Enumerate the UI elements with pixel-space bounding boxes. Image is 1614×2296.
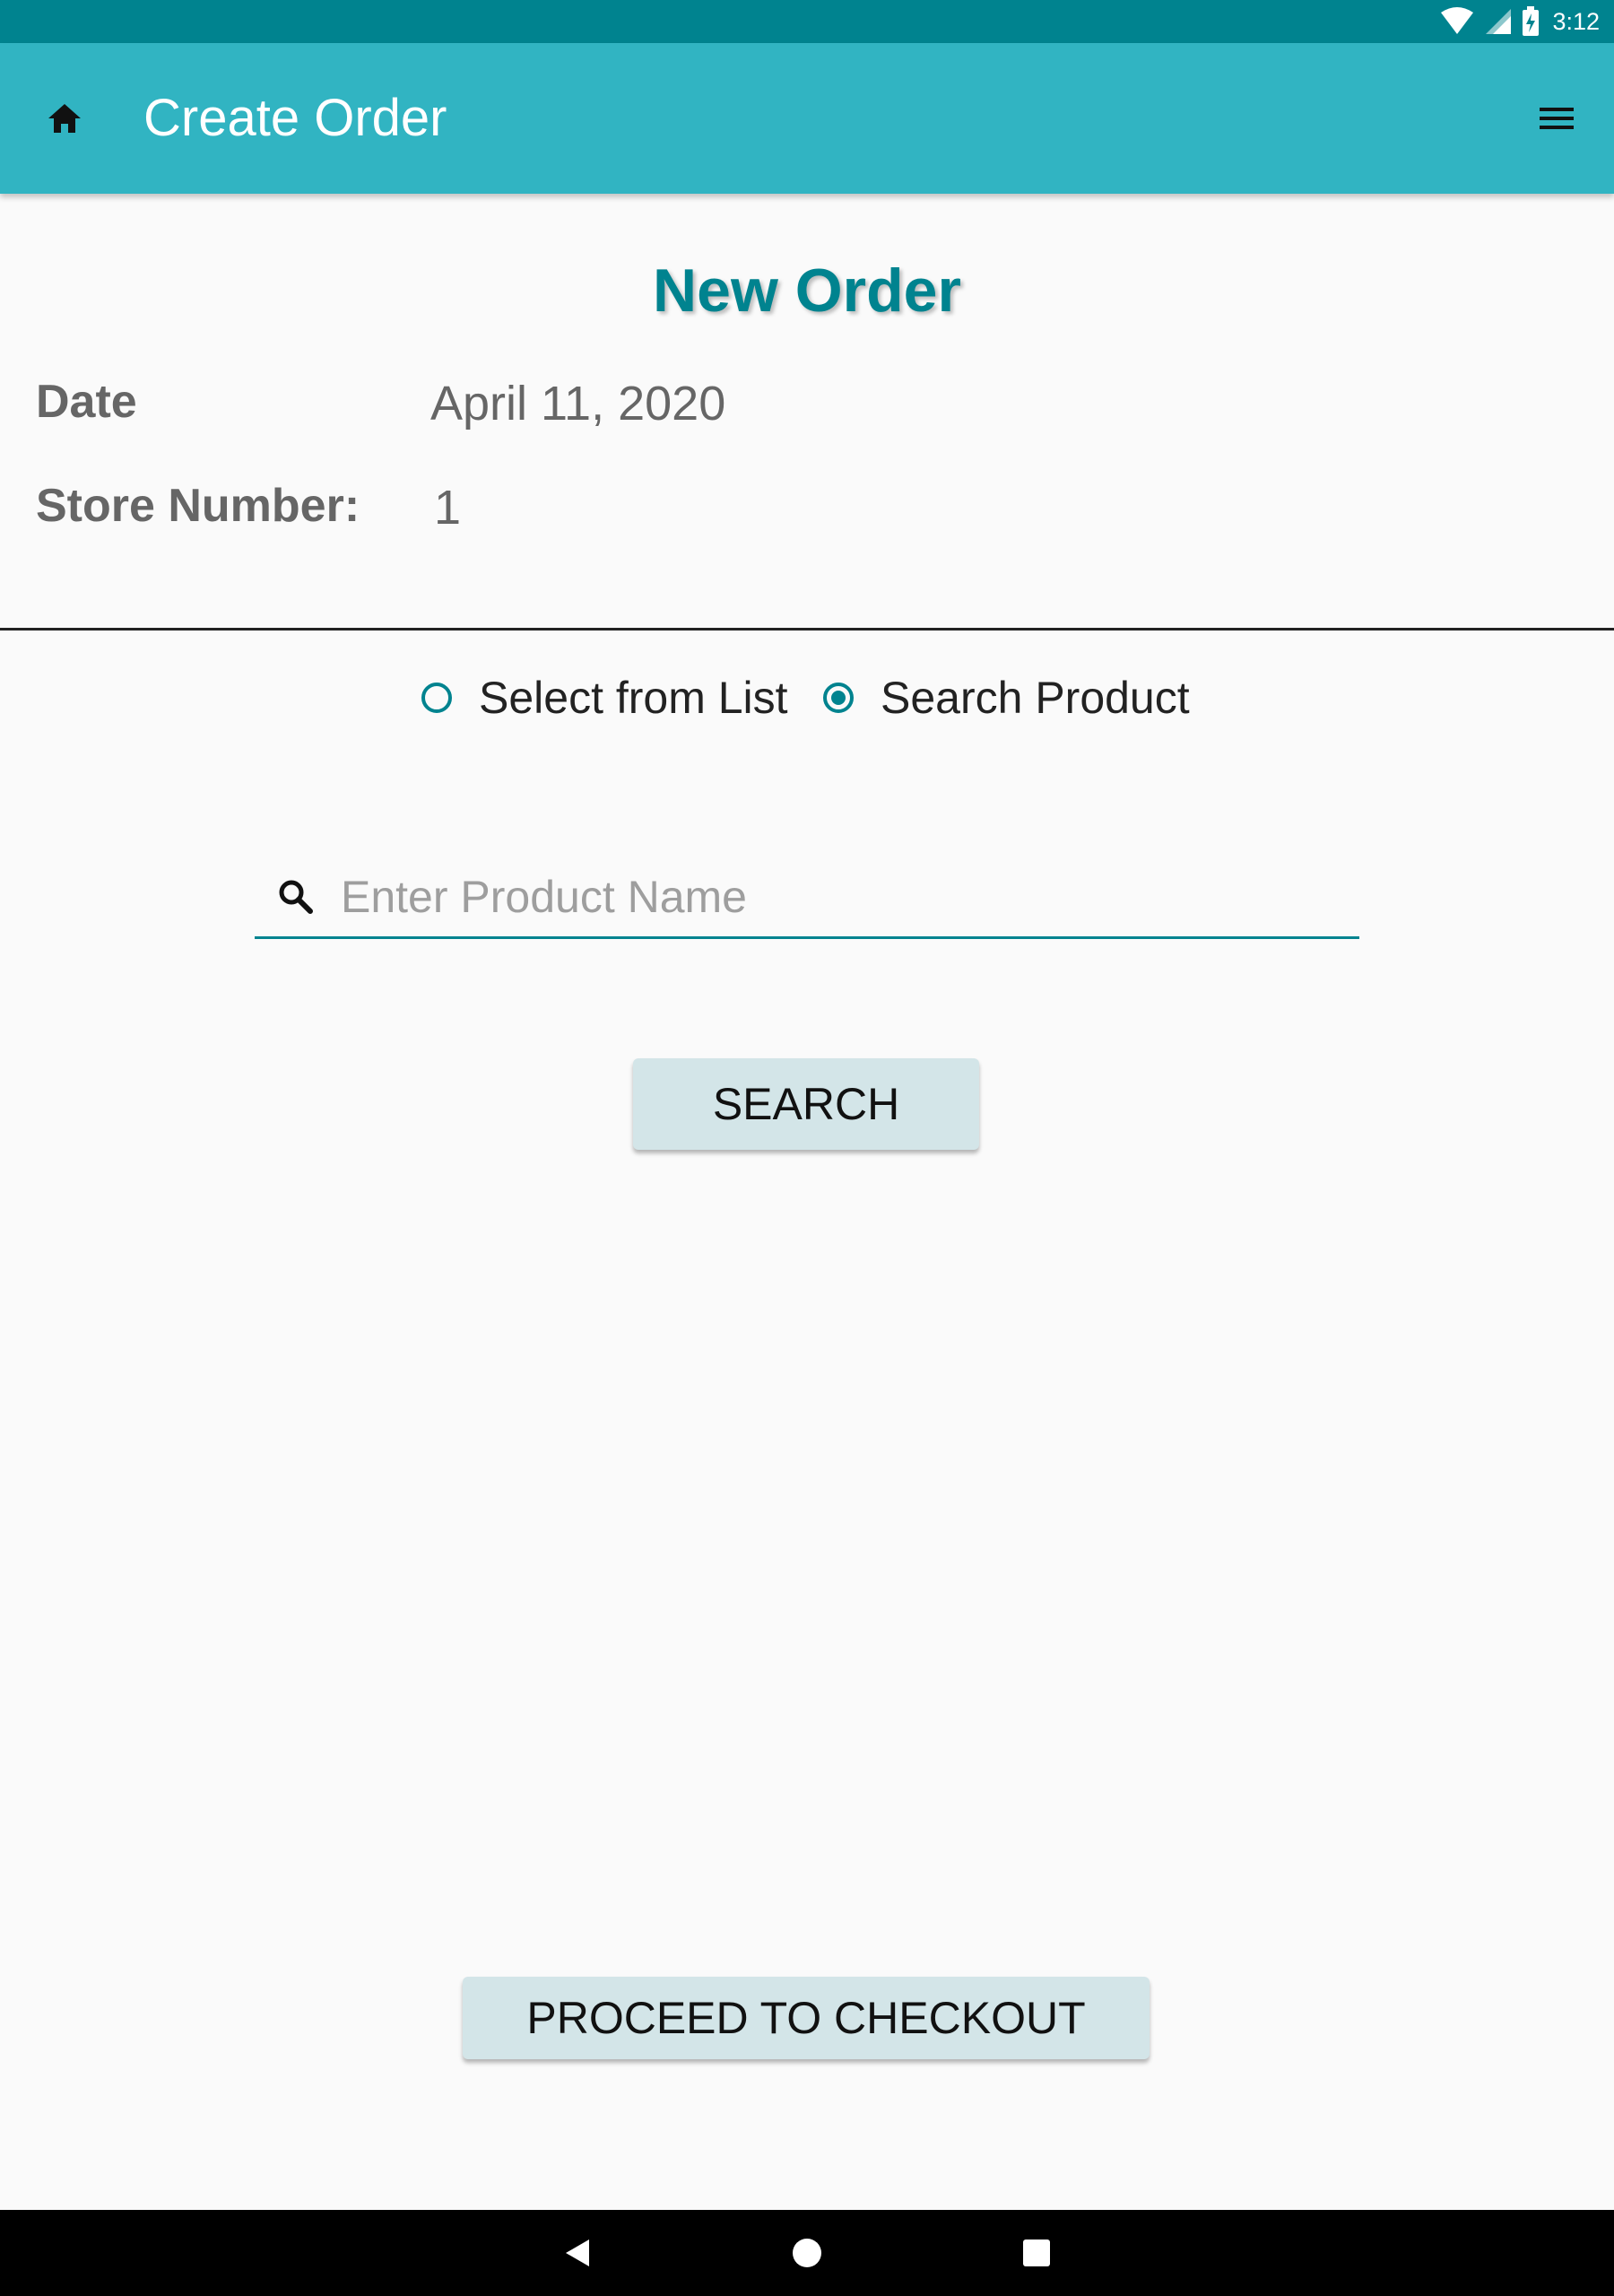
home-icon <box>48 104 81 133</box>
proceed-to-checkout-button[interactable]: PROCEED TO CHECKOUT <box>463 1977 1150 2059</box>
order-heading: New Order <box>653 257 961 325</box>
store-number-value: 1 <box>434 481 462 535</box>
date-value: April 11, 2020 <box>430 377 726 430</box>
wifi-icon <box>1441 7 1474 34</box>
radio-label: Select from List <box>479 673 788 723</box>
date-label: Date <box>36 376 137 428</box>
page-title: Create Order <box>143 89 447 147</box>
signal-icon <box>1486 9 1512 34</box>
home-nav-button[interactable] <box>785 2231 829 2274</box>
search-button[interactable]: SEARCH <box>633 1058 979 1150</box>
back-button[interactable] <box>556 2231 599 2274</box>
status-bar: 3:12 <box>0 0 1614 43</box>
back-icon <box>566 2239 589 2266</box>
home-button[interactable] <box>36 93 93 144</box>
recents-icon <box>1023 2239 1050 2266</box>
radio-search-product[interactable]: Search Product <box>823 664 1190 732</box>
status-icons: 3:12 <box>1439 0 1600 43</box>
mode-radio-group: Select from List Search Product <box>0 664 1614 732</box>
system-nav-bar <box>0 2210 1614 2296</box>
recents-button[interactable] <box>1015 2231 1058 2274</box>
search-icon <box>279 880 313 914</box>
app-bar: Create Order <box>0 43 1614 194</box>
radio-select-from-list[interactable]: Select from List <box>421 664 788 732</box>
home-circle-icon <box>793 2239 821 2267</box>
divider <box>0 628 1614 631</box>
status-time: 3:12 <box>1552 7 1600 35</box>
menu-button[interactable] <box>1521 93 1592 144</box>
search-field <box>255 861 1359 939</box>
radio-unchecked-icon <box>421 683 452 713</box>
store-number-label: Store Number: <box>36 480 360 532</box>
menu-icon <box>1540 108 1574 129</box>
radio-checked-icon <box>823 683 854 713</box>
search-input[interactable] <box>341 868 1327 926</box>
radio-label: Search Product <box>881 673 1190 723</box>
battery-charging-icon <box>1523 6 1540 36</box>
